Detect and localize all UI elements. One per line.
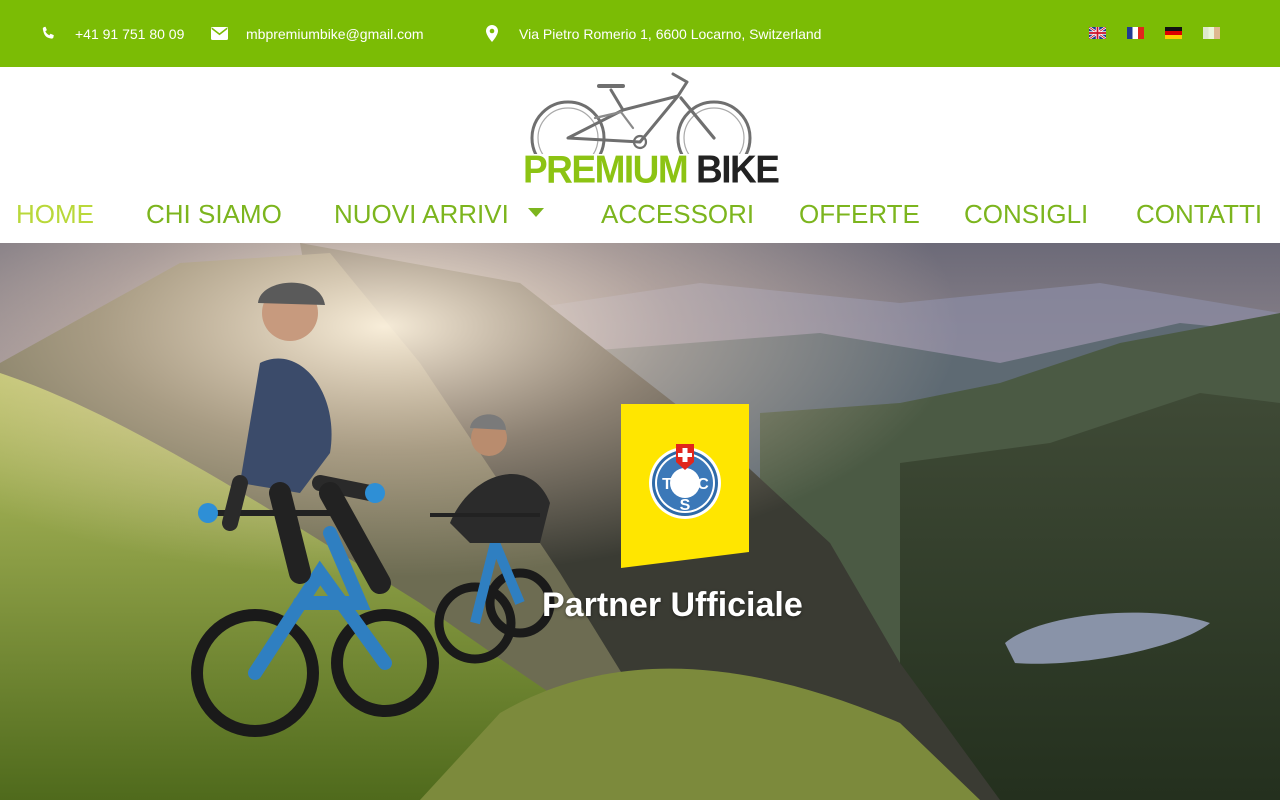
hero-banner: T C S Partner Ufficiale [0, 243, 1280, 800]
fr-flag-icon[interactable] [1127, 27, 1144, 39]
nav-item-accessori[interactable]: ACCESSORI [601, 196, 754, 232]
nav-item-offerte[interactable]: OFFERTE [799, 196, 920, 232]
badge-letter-s: S [680, 497, 691, 514]
it-flag-icon[interactable] [1203, 27, 1220, 39]
nav-item-contatti[interactable]: CONTATTI [1136, 196, 1262, 232]
logo-wordmark: PREMIUM BIKE [523, 147, 780, 191]
language-switcher [1089, 27, 1241, 39]
premium-bike-logo[interactable]: PREMIUM BIKE [523, 72, 780, 191]
tcs-partner-badge[interactable]: T C S [621, 404, 749, 568]
nav-item-nuovi-arrivi[interactable]: NUOVI ARRIVI [334, 196, 509, 232]
phone-icon [40, 0, 56, 67]
badge-letter-c: C [697, 476, 709, 493]
chevron-down-icon[interactable] [528, 208, 544, 217]
main-navigation: HOME CHI SIAMO NUOVI ARRIVI ACCESSORI OF… [0, 196, 1280, 232]
logo-word-premium: PREMIUM [523, 147, 689, 191]
top-contact-bar: +41 91 751 80 09 mbpremiumbike@gmail.com… [0, 0, 1280, 67]
hero-caption: Partner Ufficiale [542, 586, 803, 624]
nav-item-chi-siamo[interactable]: CHI SIAMO [146, 196, 282, 232]
phone-link[interactable]: +41 91 751 80 09 [75, 0, 184, 67]
address-text: Via Pietro Romerio 1, 6600 Locarno, Swit… [519, 25, 822, 42]
envelope-icon [211, 0, 228, 67]
bicycle-icon [530, 72, 752, 154]
badge-letter-t: T [662, 476, 672, 493]
nav-item-consigli[interactable]: CONSIGLI [964, 196, 1088, 232]
map-pin-icon [486, 0, 498, 67]
de-flag-icon[interactable] [1165, 27, 1182, 39]
email-link[interactable]: mbpremiumbike@gmail.com [246, 0, 424, 67]
logo-word-bike: BIKE [696, 147, 780, 191]
nav-item-home[interactable]: HOME [16, 196, 94, 232]
gb-flag-icon[interactable] [1089, 27, 1106, 39]
